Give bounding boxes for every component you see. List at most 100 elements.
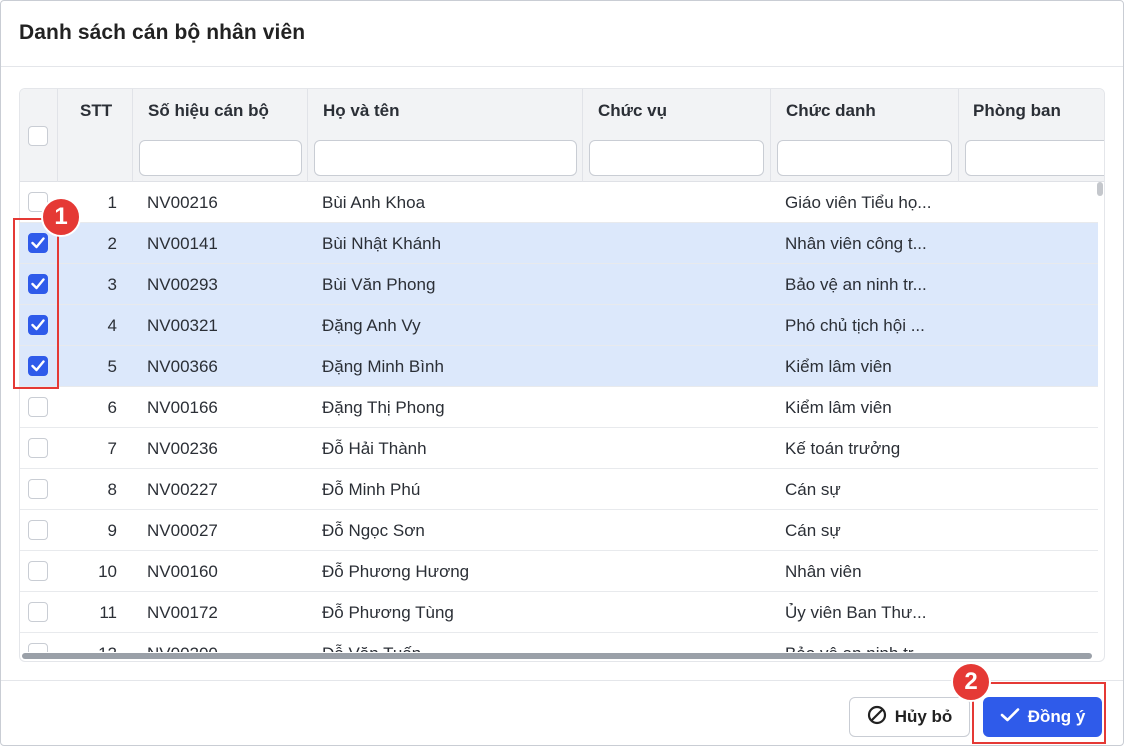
cell-title: Ủy viên Ban Thư... (785, 603, 927, 622)
grid-header: STT Số hiệu cán bộ Họ và tên Chức vụ Chứ… (20, 89, 1104, 182)
header-select-cell (20, 89, 57, 182)
cell-name: Đỗ Ngọc Sơn (322, 521, 425, 540)
cell-stt: 11 (99, 603, 117, 622)
filter-position-input[interactable] (589, 140, 764, 176)
column-header-title[interactable]: Chức danh (786, 101, 876, 121)
cell-name: Đỗ Phương Hương (322, 562, 470, 581)
cell-name: Đỗ Văn Tuấn (322, 644, 421, 652)
cell-title: Kế toán trưởng (785, 439, 901, 458)
header-title: Chức danh (770, 89, 958, 182)
table-row[interactable]: 10 NV00160 Đỗ Phương Hương Nhân viên (20, 551, 1098, 592)
cell-stt: 9 (107, 521, 117, 540)
cell-stt: 8 (107, 480, 117, 499)
step2-badge: 2 (951, 662, 991, 702)
header-department: Phòng ban (958, 89, 1104, 182)
cell-title: Kiểm lâm viên (785, 398, 892, 417)
ban-icon (867, 705, 887, 730)
cell-name: Đỗ Phương Tùng (322, 603, 454, 622)
row-checkbox[interactable] (28, 438, 48, 458)
cell-name: Đặng Anh Vy (322, 316, 421, 335)
cell-code: NV00366 (147, 357, 218, 376)
column-header-position[interactable]: Chức vụ (598, 101, 667, 121)
cell-title: Kiểm lâm viên (785, 357, 892, 376)
cell-stt: 5 (107, 357, 117, 376)
cell-code: NV00293 (147, 275, 218, 294)
cell-stt: 4 (107, 316, 117, 335)
table-row[interactable]: 1 NV00216 Bùi Anh Khoa Giáo viên Tiểu họ... (20, 182, 1098, 223)
cell-stt: 12 (77, 644, 117, 652)
table-row[interactable]: 5 NV00366 Đặng Minh Bình Kiểm lâm viên (20, 346, 1098, 387)
select-all-checkbox[interactable] (28, 126, 48, 146)
cell-code: NV00216 (147, 193, 218, 212)
cell-code: NV00227 (147, 480, 218, 499)
grid-body: 1 NV00216 Bùi Anh Khoa Giáo viên Tiểu họ...… (20, 182, 1098, 652)
row-checkbox[interactable] (28, 561, 48, 581)
cell-title: Giáo viên Tiểu họ... (785, 193, 932, 212)
row-checkbox[interactable] (28, 643, 48, 652)
cell-name: Bùi Anh Khoa (322, 193, 426, 212)
filter-name-input[interactable] (314, 140, 577, 176)
cell-code: NV00200 (147, 644, 218, 652)
cell-stt: 6 (107, 398, 117, 417)
filter-code-input[interactable] (139, 140, 302, 176)
cell-title: Nhân viên (785, 562, 862, 581)
cell-title: Cán sự (785, 480, 841, 499)
cell-code: NV00027 (147, 521, 218, 540)
header-name: Họ và tên (307, 89, 582, 182)
table-row[interactable]: 9 NV00027 Đỗ Ngọc Sơn Cán sự (20, 510, 1098, 551)
horizontal-scroll-thumb[interactable] (22, 653, 1092, 659)
table-row[interactable]: 11 NV00172 Đỗ Phương Tùng Ủy viên Ban Thư..… (20, 592, 1098, 633)
cell-name: Bùi Nhật Khánh (322, 234, 442, 253)
column-header-name[interactable]: Họ và tên (323, 101, 400, 121)
cell-title: Bảo vệ an ninh tr... (785, 644, 927, 652)
horizontal-scrollbar[interactable] (20, 653, 1098, 659)
cell-stt: 3 (107, 275, 117, 294)
cell-code: NV00236 (147, 439, 218, 458)
header-stt: STT (57, 89, 132, 182)
cell-title: Phó chủ tịch hội ... (785, 316, 925, 335)
table-row[interactable]: 8 NV00227 Đỗ Minh Phú Cán sự (20, 469, 1098, 510)
row-checkbox[interactable] (28, 397, 48, 417)
filter-title-input[interactable] (777, 140, 952, 176)
column-header-code[interactable]: Số hiệu cán bộ (148, 101, 269, 121)
row-checkbox[interactable] (28, 602, 48, 622)
table-row[interactable]: 6 NV00166 Đặng Thị Phong Kiểm lâm viên (20, 387, 1098, 428)
cell-stt: 10 (98, 562, 117, 581)
cell-name: Đặng Minh Bình (322, 357, 444, 376)
cell-stt: 7 (107, 439, 117, 458)
table-row[interactable]: 12 NV00200 Đỗ Văn Tuấn Bảo vệ an ninh tr... (20, 633, 1098, 652)
header-code: Số hiệu cán bộ (132, 89, 307, 182)
row-checkbox[interactable] (28, 479, 48, 499)
dialog-title: Danh sách cán bộ nhân viên (19, 21, 306, 44)
cell-code: NV00321 (147, 316, 218, 335)
vertical-scroll-thumb[interactable] (1097, 182, 1103, 196)
table-row[interactable]: 4 NV00321 Đặng Anh Vy Phó chủ tịch hội ... (20, 305, 1098, 346)
cell-name: Đỗ Hải Thành (322, 439, 427, 458)
header-position: Chức vụ (582, 89, 770, 182)
cell-title: Bảo vệ an ninh tr... (785, 275, 927, 294)
table-row[interactable]: 7 NV00236 Đỗ Hải Thành Kế toán trưởng (20, 428, 1098, 469)
cell-title: Nhân viên công t... (785, 234, 927, 253)
column-header-stt[interactable]: STT (80, 101, 112, 121)
cell-name: Bùi Văn Phong (322, 275, 436, 294)
filter-department-input[interactable] (965, 140, 1104, 176)
table-row[interactable]: 2 NV00141 Bùi Nhật Khánh Nhân viên công t..… (20, 223, 1098, 264)
dialog-header: Danh sách cán bộ nhân viên (1, 1, 1123, 67)
cell-code: NV00172 (147, 603, 218, 622)
cell-title: Cán sự (785, 521, 841, 540)
cancel-button[interactable]: Hủy bỏ (849, 697, 970, 737)
cell-name: Đặng Thị Phong (322, 398, 445, 417)
cell-stt: 2 (107, 234, 117, 253)
step2-highlight-box (972, 682, 1106, 744)
row-checkbox[interactable] (28, 520, 48, 540)
column-header-department[interactable]: Phòng ban (973, 101, 1061, 121)
step1-badge: 1 (41, 197, 81, 237)
cell-code: NV00141 (147, 234, 218, 253)
cell-name: Đỗ Minh Phú (322, 480, 421, 499)
table-row[interactable]: 3 NV00293 Bùi Văn Phong Bảo vệ an ninh tr..… (20, 264, 1098, 305)
employee-list-dialog: Danh sách cán bộ nhân viên STT Số hiệu c… (0, 0, 1124, 746)
vertical-scrollbar[interactable] (1097, 182, 1103, 652)
cell-code: NV00160 (147, 562, 218, 581)
employee-grid: STT Số hiệu cán bộ Họ và tên Chức vụ Chứ… (19, 88, 1105, 662)
cell-code: NV00166 (147, 398, 218, 417)
